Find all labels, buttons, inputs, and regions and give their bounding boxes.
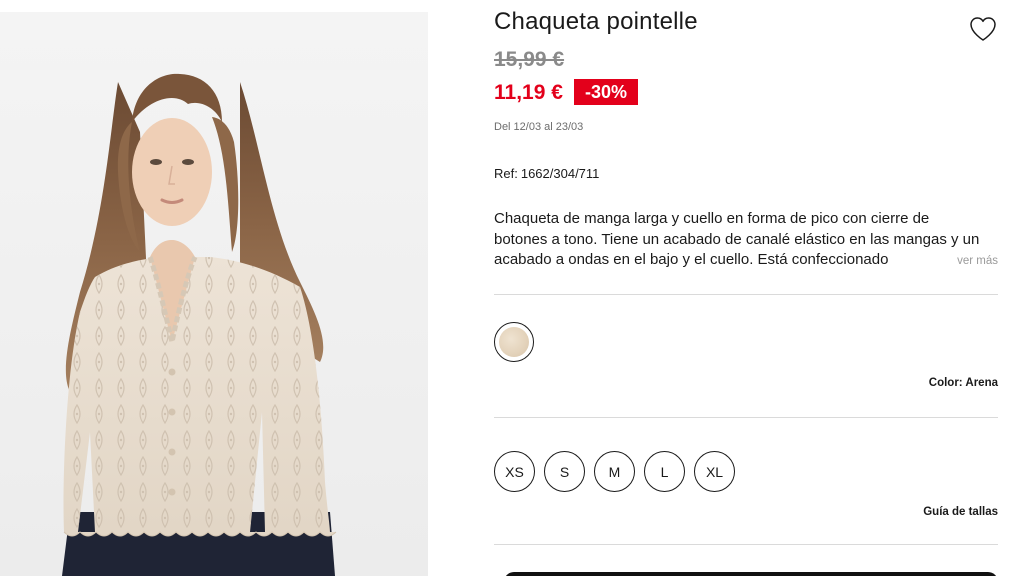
color-swatch-arena[interactable] xyxy=(494,322,534,362)
divider xyxy=(494,417,998,418)
discount-badge: -30% xyxy=(574,79,638,105)
product-image[interactable] xyxy=(0,12,428,576)
divider xyxy=(494,544,998,545)
product-page: Chaqueta pointelle 15,99 € 11,19 € -30% … xyxy=(0,0,1024,576)
sale-price: 11,19 € xyxy=(494,81,563,104)
size-option-l[interactable]: L xyxy=(644,451,685,492)
product-title: Chaqueta pointelle xyxy=(494,8,698,35)
ref-value: 1662/304/711 xyxy=(520,166,600,181)
model-photo xyxy=(0,12,428,576)
product-details: Chaqueta pointelle 15,99 € 11,19 € -30% … xyxy=(494,0,998,576)
original-price: 15,99 € xyxy=(494,48,565,71)
promo-dates: Del 12/03 al 23/03 xyxy=(494,121,584,133)
divider xyxy=(494,294,998,295)
wishlist-button[interactable] xyxy=(968,14,998,44)
size-guide-link[interactable]: Guía de tallas xyxy=(923,506,998,518)
add-to-cart-button[interactable] xyxy=(504,572,998,576)
selected-color-label: Color: Arena xyxy=(928,377,998,389)
size-option-xs[interactable]: XS xyxy=(494,451,535,492)
description-fade xyxy=(894,251,954,273)
size-option-m[interactable]: M xyxy=(594,451,635,492)
see-more-link[interactable]: ver más xyxy=(953,255,998,267)
product-reference: Ref: 1662/304/711 xyxy=(494,166,599,181)
size-selector: XS S M L XL xyxy=(494,451,735,492)
size-option-xl[interactable]: XL xyxy=(694,451,735,492)
size-option-s[interactable]: S xyxy=(544,451,585,492)
ref-label: Ref: xyxy=(494,166,518,181)
heart-outline-icon xyxy=(970,17,996,41)
swatch-fill xyxy=(499,327,529,357)
